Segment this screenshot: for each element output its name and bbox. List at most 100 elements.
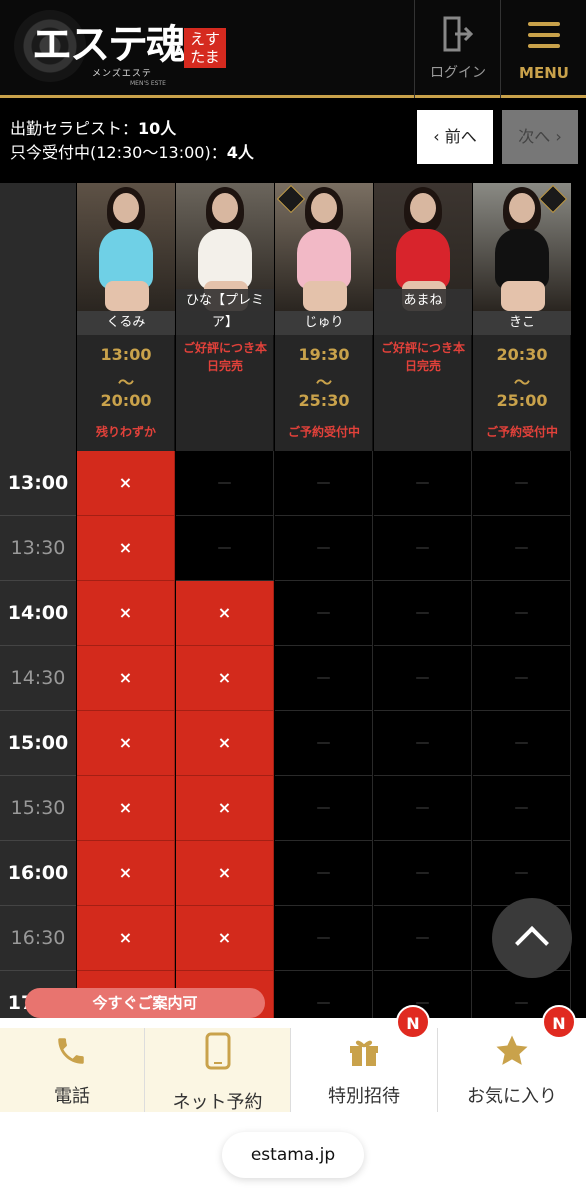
photo-shape [303,281,347,311]
slot-booked[interactable]: × [176,841,274,906]
slot-unavailable[interactable]: — [275,451,373,516]
slot-booked[interactable]: × [176,711,274,776]
slot-unavailable[interactable]: — [473,711,571,776]
menu-button[interactable]: MENU [500,0,586,98]
slot-unavailable[interactable]: — [374,711,472,776]
therapist-column[interactable]: ひな【プレミア】 ご好評につき本日完売 [176,183,274,451]
slot-unavailable[interactable]: — [473,841,571,906]
prev-button[interactable]: ‹ 前へ [417,110,493,164]
smartphone-icon [205,1032,231,1070]
therapist-column[interactable]: あまね ご好評につき本日完売 [374,183,472,451]
slot-unavailable[interactable]: — [374,451,472,516]
slot-unavailable[interactable]: — [473,451,571,516]
slot-unavailable[interactable]: — [374,906,472,971]
accepting-line: 只今受付中(12:30〜13:00)：4人 [10,139,254,163]
therapist-name: あまね [374,289,472,335]
slot-booked[interactable]: × [77,776,175,841]
logo-subtitle: メンズエステ [92,69,152,79]
site-header: エステ魂 えすたま メンズエステ MEN'S ESTE ログイン MENU [0,0,586,98]
shift-separator: 〜 [513,373,530,392]
attendance-count: 10人 [138,119,177,138]
slot-unavailable[interactable]: — [374,841,472,906]
slot-booked[interactable]: × [77,906,175,971]
slot-booked[interactable]: × [77,646,175,711]
slot-unavailable[interactable]: — [473,776,571,841]
photo-shape [297,229,351,289]
logo-subtitle-en: MEN'S ESTE [130,80,166,87]
shift-end: 25:00 [496,391,548,410]
therapist-column[interactable]: じゅり 19:30 〜 25:30 ご予約受付中 [275,183,373,451]
slot-booked[interactable]: × [77,516,175,581]
slot-unavailable[interactable]: — [275,971,373,1018]
browser-bar: estama.jp [0,1112,586,1200]
shift-start: 19:30 [298,345,350,364]
chevron-up-icon [515,926,549,960]
photo-shape [113,193,139,223]
slot-unavailable[interactable]: — [176,516,274,581]
logo-title: エステ魂 [32,21,186,68]
therapist-photo[interactable] [77,183,175,311]
time-slot-row: 14:30 × × — — — [0,646,586,711]
tab-special-invite-label: 特別招待 [328,1086,400,1107]
shift-separator: 〜 [117,373,134,392]
slot-unavailable[interactable]: — [473,646,571,711]
tab-web-booking-label: ネット予約 [172,1092,263,1113]
slot-unavailable[interactable]: — [275,906,373,971]
tab-phone[interactable]: 電話 [0,1028,145,1112]
hamburger-icon-bar [528,33,560,37]
photo-shape [212,193,238,223]
accepting-count: 4人 [226,143,254,162]
accepting-label: 只今受付中(12:30〜13:00)： [10,143,227,162]
slot-unavailable[interactable]: — [473,516,571,581]
slot-unavailable[interactable]: — [275,581,373,646]
slot-unavailable[interactable]: — [374,516,472,581]
hamburger-icon-bar [528,44,560,48]
slot-unavailable[interactable]: — [374,581,472,646]
scroll-to-top-button[interactable] [492,898,572,978]
slot-booked[interactable]: × [176,646,274,711]
slot-unavailable[interactable]: — [275,776,373,841]
shift-separator: 〜 [315,373,332,392]
tab-favorites[interactable]: お気に入り [438,1028,586,1112]
site-logo[interactable]: エステ魂 えすたま メンズエステ MEN'S ESTE [10,6,230,92]
gift-icon [350,1040,378,1066]
slot-unavailable[interactable]: — [473,581,571,646]
url-display[interactable]: estama.jp [222,1132,364,1178]
therapist-name: じゅり [275,311,373,335]
login-button[interactable]: ログイン [414,0,500,98]
slot-booked[interactable]: × [176,906,274,971]
next-button[interactable]: 次へ › [502,110,578,164]
slot-unavailable[interactable]: — [275,516,373,581]
star-icon [496,1035,528,1065]
therapist-column[interactable]: きこ 20:30 〜 25:00 ご予約受付中 [473,183,571,451]
logo-seal: えすたま [184,28,226,68]
time-slot-row: 15:00 × × — — — [0,711,586,776]
tab-web-booking[interactable]: ネット予約 [145,1028,291,1113]
hamburger-icon [528,22,560,26]
slot-unavailable[interactable]: — [374,776,472,841]
slot-booked[interactable]: × [77,451,175,516]
photo-shape [396,229,450,289]
slot-booked[interactable]: × [77,711,175,776]
slot-booked[interactable]: × [176,776,274,841]
attendance-label: 出勤セラピスト： [10,119,139,138]
attendance-line: 出勤セラピスト：10人 [10,115,176,139]
slot-unavailable[interactable]: — [275,646,373,711]
slot-unavailable[interactable]: — [374,646,472,711]
therapist-column[interactable]: くるみ 13:00 〜 20:00 残りわずか [77,183,175,451]
photo-shape [501,281,545,311]
slot-booked[interactable]: × [176,581,274,646]
tab-phone-label: 電話 [54,1086,90,1107]
photo-shape [509,193,535,223]
slot-booked[interactable]: × [77,841,175,906]
slot-unavailable[interactable]: — [275,841,373,906]
slot-unavailable[interactable]: — [275,711,373,776]
new-badge: N [396,1005,430,1039]
tab-special-invite[interactable]: 特別招待 [291,1028,438,1112]
photo-shape [99,229,153,289]
time-label: 15:00 [0,711,76,775]
schedule-grid: くるみ 13:00 〜 20:00 残りわずか ひな【プレミア】 ご好評につき本日完売 じゅり… [0,183,586,1018]
slot-booked[interactable]: × [77,581,175,646]
time-slot-row: 16:00 × × — — — [0,841,586,906]
slot-unavailable[interactable]: — [176,451,274,516]
